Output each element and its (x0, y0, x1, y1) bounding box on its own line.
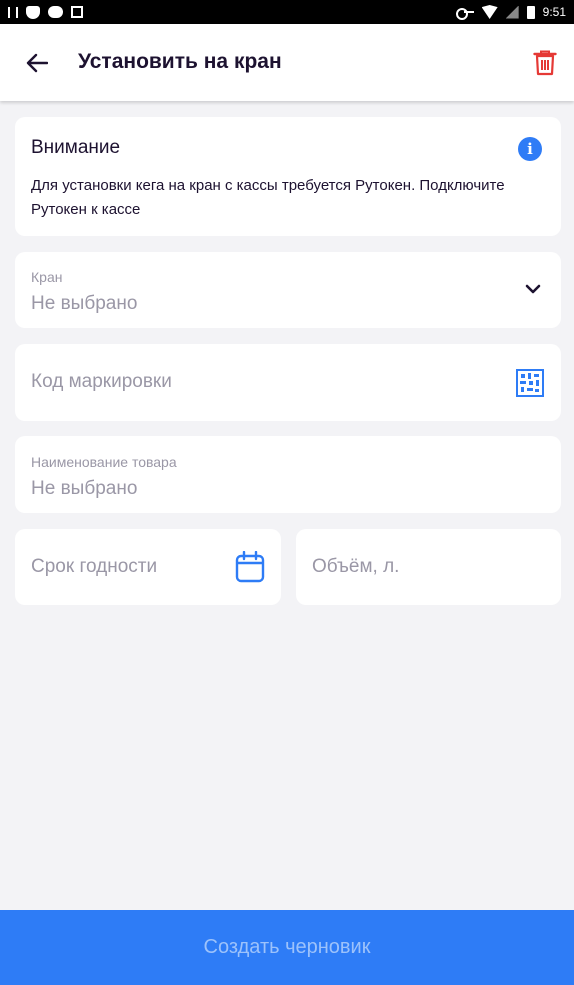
battery-icon (526, 5, 535, 19)
create-draft-button[interactable]: Создать черновик (0, 910, 574, 985)
message-notification-icon (48, 6, 63, 18)
delete-button[interactable] (530, 48, 560, 78)
arrow-left-icon (26, 53, 48, 73)
shield-notification-icon (26, 5, 40, 19)
expiry-date-field[interactable]: Срок годности (15, 529, 281, 605)
app-bar: Установить на кран (0, 24, 574, 101)
volume-placeholder: Объём, л. (312, 556, 400, 577)
crane-label: Кран (31, 269, 63, 285)
chevron-down-icon (525, 284, 541, 294)
page-title: Установить на кран (78, 50, 282, 73)
info-icon: i (518, 137, 542, 161)
marking-code-placeholder: Код маркировки (31, 371, 172, 392)
crane-value: Не выбрано (31, 293, 138, 314)
marking-code-input[interactable]: Код маркировки (15, 344, 561, 421)
expiry-date-placeholder: Срок годности (31, 556, 158, 577)
datamatrix-scan-icon[interactable] (515, 368, 545, 398)
product-name-label: Наименование товара (31, 454, 177, 470)
signal-icon (8, 6, 18, 18)
cellular-icon (505, 5, 519, 19)
product-name-select[interactable]: Наименование товара Не выбрано (15, 436, 561, 513)
wifi-icon (481, 5, 498, 19)
back-button[interactable] (22, 48, 52, 78)
product-name-value: Не выбрано (31, 478, 138, 499)
status-bar: 9:51 (0, 0, 574, 24)
app-notification-icon (71, 6, 83, 18)
attention-notice: Внимание i Для установки кега на кран с … (15, 117, 561, 236)
volume-input[interactable]: Объём, л. (296, 529, 561, 605)
notice-text: Для установки кега на кран с кассы требу… (31, 177, 505, 218)
trash-icon (533, 50, 557, 76)
notice-title: Внимание (31, 137, 121, 158)
calendar-icon[interactable] (235, 551, 265, 583)
crane-select[interactable]: Кран Не выбрано (15, 252, 561, 328)
status-time: 9:51 (542, 5, 566, 19)
vpn-key-icon (455, 8, 474, 20)
